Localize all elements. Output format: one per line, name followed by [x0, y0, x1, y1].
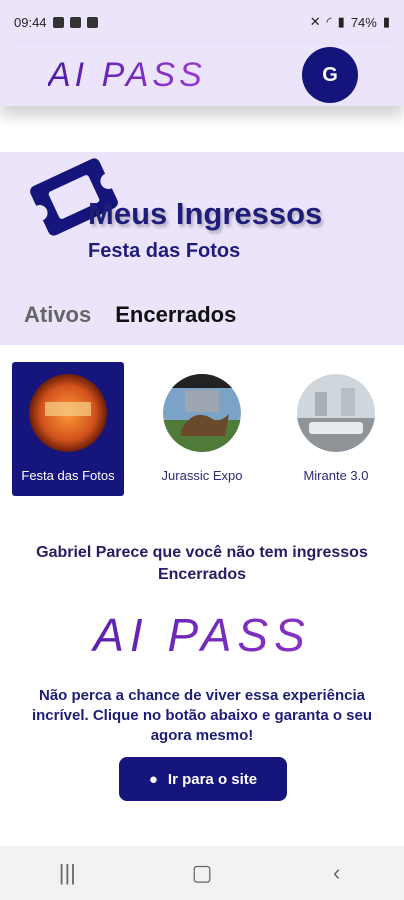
status-right: ✕ ◜ ▮ 74% ▮	[310, 14, 390, 30]
home-icon[interactable]: ▢	[182, 853, 222, 893]
sim-icon	[69, 16, 81, 28]
status-left: 09:44	[14, 15, 98, 30]
back-icon[interactable]: ‹	[317, 853, 357, 893]
empty-message-line2: Encerrados	[157, 566, 247, 583]
event-label: Festa das Fotos	[21, 468, 115, 483]
status-time: 09:44	[14, 14, 47, 30]
event-list: Festa das Fotos Jurassic Expo Mirante 3.	[12, 362, 392, 496]
promo-text: Não perca a chance de viver essa experiê…	[31, 687, 373, 744]
status-bar: 09:44 ✕ ◜ ▮ 74% ▮	[0, 0, 404, 44]
event-thumb	[297, 374, 375, 452]
empty-message: Gabriel Parece que você não tem ingresso…	[0, 542, 404, 586]
go-to-site-label: Ir para o site	[167, 770, 258, 788]
event-thumb	[163, 374, 241, 452]
event-label: Mirante 3.0	[303, 468, 369, 483]
mute-icon: ✕	[309, 14, 321, 29]
event-label: Jurassic Expo	[161, 468, 243, 483]
app-header: AI PASS G	[0, 44, 404, 106]
go-to-site-button[interactable]: ● Ir para o site	[119, 757, 287, 801]
hero-section: Meus Ingressos Festa das Fotos Ativos En…	[0, 152, 404, 345]
avatar[interactable]: G	[302, 47, 358, 103]
battery-text: 74%	[350, 14, 377, 30]
empty-message-line1: Gabriel Parece que você não tem ingresso…	[36, 544, 368, 561]
logo: AI PASS	[48, 55, 206, 94]
event-card-festa-das-fotos[interactable]: Festa das Fotos	[12, 362, 124, 496]
page-subtitle: Festa das Fotos	[88, 240, 241, 262]
tab-encerrados[interactable]: Encerrados	[115, 302, 236, 328]
recent-apps-icon[interactable]: |||	[47, 853, 87, 893]
globe-icon: ●	[148, 770, 158, 788]
tabs: Ativos Encerrados	[24, 302, 236, 328]
event-card-mirante[interactable]: Mirante 3.0	[280, 362, 392, 496]
signal-icon: ▮	[337, 14, 345, 29]
promo-logo: AI PASS	[0, 608, 404, 662]
battery-icon: ▮	[382, 14, 390, 29]
event-card-jurassic-expo[interactable]: Jurassic Expo	[146, 362, 258, 496]
event-thumb	[29, 374, 107, 452]
check-icon	[86, 16, 98, 28]
page-title: Meus Ingressos	[88, 196, 323, 231]
system-navigation-bar: ||| ▢ ‹	[0, 846, 404, 900]
tab-ativos[interactable]: Ativos	[24, 302, 91, 328]
image-icon	[52, 16, 64, 28]
wifi-icon: ◜	[326, 14, 332, 29]
